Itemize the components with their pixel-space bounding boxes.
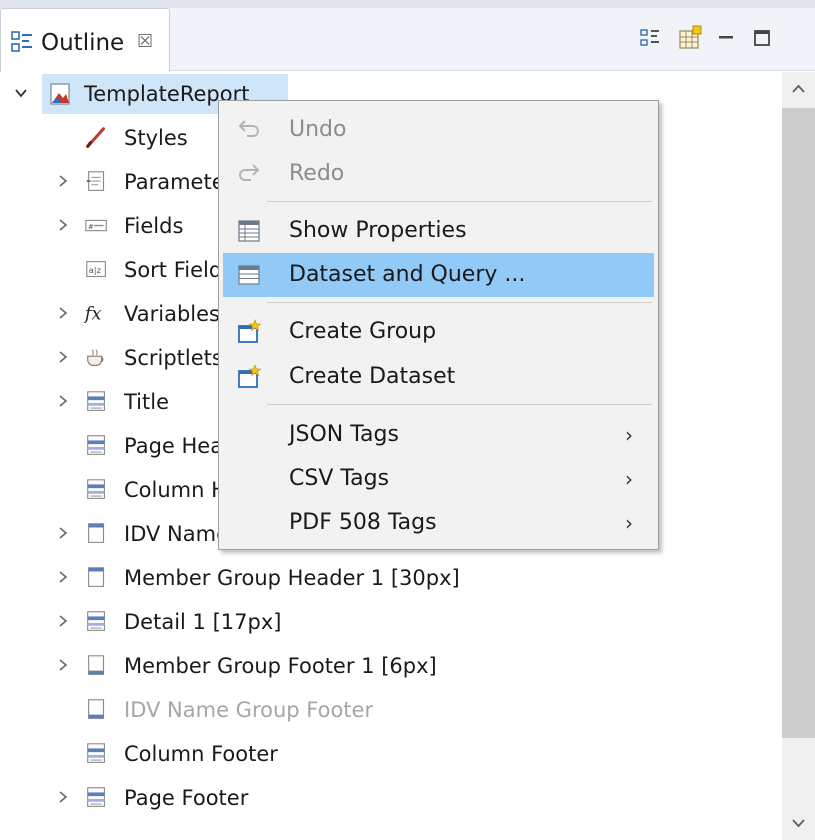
tab-outline-label: Outline: [41, 30, 125, 56]
create-group-icon: [238, 319, 262, 343]
fields-icon: #: [85, 219, 107, 232]
tree-item[interactable]: Member Group Footer 1 [6px]: [0, 644, 782, 688]
menu-item-dataset-and-query[interactable]: Dataset and Query ...: [223, 253, 654, 297]
parameters-icon: [86, 171, 105, 191]
band-icon: [87, 435, 105, 455]
element-palette-icon[interactable]: [676, 24, 704, 52]
tab-outline[interactable]: Outline ☒: [0, 8, 170, 72]
menu-item-label: Undo: [289, 117, 347, 142]
tree-item-label: Scriptlets: [124, 346, 223, 370]
tree-item-label: Title: [124, 390, 170, 414]
tree-item-label: Member Group Footer 1 [6px]: [124, 654, 437, 678]
tree-item[interactable]: Column Footer: [0, 732, 782, 776]
group-footer-icon: [88, 655, 105, 675]
band-icon: [87, 743, 105, 763]
context-menu: Undo Redo Show Properties Dataset and Query…: [218, 100, 659, 550]
scrollbar-thumb[interactable]: [782, 108, 815, 738]
chevron-right-icon[interactable]: [56, 570, 70, 584]
group-header-icon: [88, 567, 105, 587]
svg-text:a|z: a|z: [89, 265, 102, 275]
view-tab-bar: Outline ☒: [0, 0, 815, 72]
chevron-right-icon[interactable]: [56, 614, 70, 628]
chevron-right-icon[interactable]: [56, 174, 70, 188]
menu-item-show-properties[interactable]: Show Properties: [223, 209, 654, 253]
sort-fields-icon: a|z: [86, 261, 106, 278]
tree-item[interactable]: IDV Name Group Footer: [0, 688, 782, 732]
menu-item-label: PDF 508 Tags: [289, 510, 437, 535]
close-icon[interactable]: ☒: [137, 31, 153, 53]
maximize-icon[interactable]: [748, 24, 776, 52]
menu-item-redo[interactable]: Redo: [223, 152, 654, 196]
dataset-query-icon: [238, 265, 260, 285]
band-icon: [87, 391, 105, 411]
band-icon: [87, 611, 105, 631]
scriptlets-icon: [87, 349, 104, 366]
menu-item-undo[interactable]: Undo: [223, 108, 654, 152]
chevron-right-icon[interactable]: [56, 394, 70, 408]
menu-item-create-group[interactable]: Create Group: [223, 310, 654, 354]
tree-item-label: Column Footer: [124, 742, 278, 766]
menu-separator: [267, 201, 652, 202]
tree-item[interactable]: Page Footer: [0, 776, 782, 820]
tab-bar-top-strip: [0, 0, 815, 8]
band-icon: [87, 479, 105, 499]
tree-item-label: Detail 1 [17px]: [124, 610, 282, 634]
menu-item-label: Show Properties: [289, 218, 467, 243]
vertical-scrollbar[interactable]: [782, 72, 815, 840]
create-dataset-icon: [238, 364, 262, 388]
variables-fx-icon: fx: [84, 305, 101, 325]
menu-separator: [267, 404, 652, 405]
chevron-right-icon[interactable]: [56, 306, 70, 320]
redo-icon: [239, 164, 260, 181]
submenu-arrow-icon: ›: [625, 511, 633, 535]
scroll-up-icon[interactable]: [782, 72, 815, 106]
menu-item-label: Create Group: [289, 319, 437, 344]
scroll-down-icon[interactable]: [782, 806, 815, 840]
submenu-arrow-icon: ›: [625, 467, 633, 491]
menu-item-label: Dataset and Query ...: [289, 262, 526, 287]
tree-item[interactable]: Detail 1 [17px]: [0, 600, 782, 644]
undo-icon: [238, 120, 259, 137]
menu-item-label: Redo: [289, 161, 345, 186]
outline-icon: [11, 31, 32, 52]
tree-layout-icon[interactable]: [636, 24, 664, 52]
chevron-right-icon[interactable]: [56, 526, 70, 540]
menu-item-json-tags[interactable]: JSON Tags ›: [223, 413, 654, 457]
report-icon: [50, 83, 70, 105]
chevron-right-icon[interactable]: [56, 658, 70, 672]
svg-text:fx: fx: [84, 305, 101, 325]
properties-icon: [238, 220, 260, 242]
tree-item[interactable]: Member Group Header 1 [30px]: [0, 556, 782, 600]
submenu-arrow-icon: ›: [625, 423, 633, 447]
chevron-right-icon[interactable]: [56, 350, 70, 364]
chevron-right-icon[interactable]: [56, 790, 70, 804]
menu-item-create-dataset[interactable]: Create Dataset: [223, 355, 654, 399]
tree-item-label: Member Group Header 1 [30px]: [124, 566, 460, 590]
group-header-icon: [88, 523, 105, 543]
menu-item-label: CSV Tags: [289, 466, 390, 491]
chevron-right-icon[interactable]: [56, 218, 70, 232]
group-footer-icon: [88, 699, 105, 719]
menu-item-label: JSON Tags: [289, 422, 399, 447]
styles-brush-icon: [86, 127, 105, 148]
menu-separator: [267, 302, 652, 303]
menu-item-pdf-508-tags[interactable]: PDF 508 Tags ›: [223, 501, 654, 545]
chevron-down-icon[interactable]: [14, 86, 28, 100]
svg-text:#: #: [89, 222, 94, 231]
minimize-icon[interactable]: [712, 24, 740, 52]
tree-item-label: Fields: [124, 214, 184, 238]
tree-item-label: Page Footer: [124, 786, 249, 810]
menu-item-label: Create Dataset: [289, 364, 456, 389]
tree-item-label: Styles: [124, 126, 188, 150]
band-icon: [87, 787, 105, 807]
tree-item-label: Variables: [124, 302, 220, 326]
tree-item-label: Sort Fields: [124, 258, 234, 282]
menu-item-csv-tags[interactable]: CSV Tags ›: [223, 457, 654, 501]
tree-item-label: IDV Name Group Footer: [124, 698, 374, 722]
